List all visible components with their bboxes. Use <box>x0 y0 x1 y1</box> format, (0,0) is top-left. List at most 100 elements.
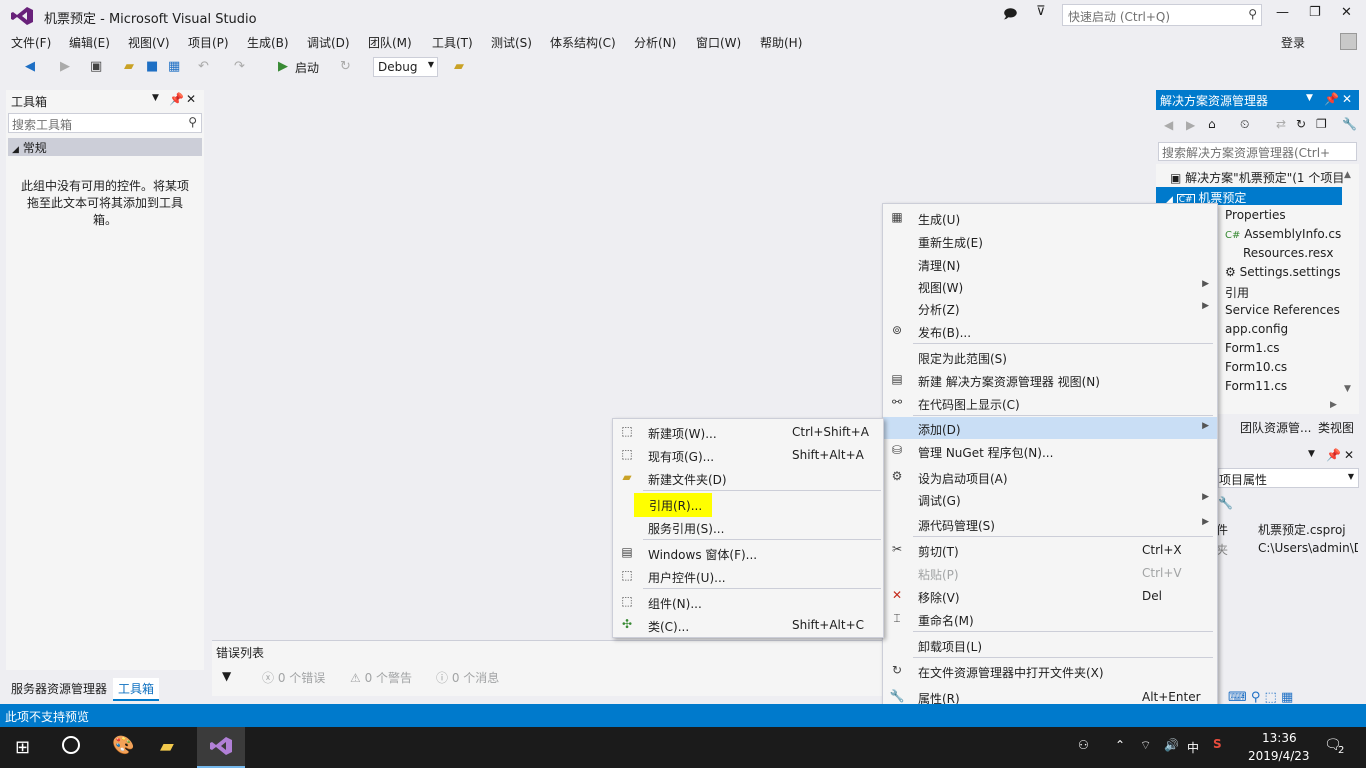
toolbox-search-input[interactable]: 搜索工具箱 ⚲ <box>8 113 202 133</box>
dropdown-icon[interactable]: ▼ <box>1308 449 1315 459</box>
properties-toolbar-icons[interactable]: ⌨ ⚲ ⬚ ▦ <box>1228 690 1293 705</box>
tree-item[interactable]: 引用 <box>1225 284 1249 301</box>
home-icon[interactable]: ⌂ <box>1208 117 1216 131</box>
properties-icon[interactable]: 🔧 <box>1342 117 1357 131</box>
dropdown-icon[interactable]: ▼ <box>1306 93 1313 103</box>
collapse-all-icon[interactable]: ❐ <box>1316 117 1327 131</box>
menu-item-publish[interactable]: ⊚ 发布(B)... <box>883 320 1217 342</box>
menu-item-analyze[interactable]: 分析(Z) ▶ <box>883 297 1217 319</box>
login-link[interactable]: 登录 <box>1281 34 1305 51</box>
menu-item-cut[interactable]: ✂ 剪切(T) Ctrl+X <box>883 539 1217 561</box>
tree-item[interactable]: C# AssemblyInfo.cs <box>1225 227 1341 241</box>
find-icon[interactable]: ▰ <box>454 59 464 74</box>
sogou-icon[interactable]: S <box>1213 737 1222 751</box>
menu-architecture[interactable]: 体系结构(C) <box>550 34 616 51</box>
solution-search-input[interactable]: 搜索解决方案资源管理器(Ctrl+ <box>1158 142 1357 161</box>
restore-button[interactable]: ❐ <box>1309 5 1321 20</box>
menu-file[interactable]: 文件(F) <box>11 34 51 51</box>
menu-tools[interactable]: 工具(T) <box>432 34 473 51</box>
start-button[interactable]: 启动 <box>295 59 319 76</box>
menu-item-rebuild[interactable]: 重新生成(E) <box>883 230 1217 252</box>
submenu-item-reference[interactable]: 引用(R)... <box>613 493 883 517</box>
new-project-icon[interactable]: ▣ <box>90 59 102 74</box>
paint-app-icon[interactable]: 🎨 <box>112 735 134 756</box>
configuration-select[interactable]: Debug ▼ <box>373 57 438 77</box>
submenu-item-new-folder[interactable]: ▰ 新建文件夹(D) <box>613 467 883 489</box>
refresh-icon[interactable]: ↻ <box>340 59 351 74</box>
open-file-icon[interactable]: ▰ <box>124 59 134 74</box>
submenu-item-new-item[interactable]: ⬚ 新建项(W)... Ctrl+Shift+A <box>613 421 883 443</box>
wrench-icon[interactable]: 🔧 <box>1218 496 1233 510</box>
menu-item-debug[interactable]: 调试(G) ▶ <box>883 488 1217 510</box>
menu-item-unload[interactable]: 卸载项目(L) <box>883 634 1217 656</box>
menu-view[interactable]: 视图(V) <box>128 34 170 51</box>
tree-item[interactable]: Form11.cs <box>1225 379 1287 393</box>
menu-team[interactable]: 团队(M) <box>368 34 412 51</box>
menu-item-add[interactable]: 添加(D) ▶ <box>883 417 1217 439</box>
avatar[interactable] <box>1340 33 1357 50</box>
toolbox-group-general[interactable]: ◢ 常规 <box>8 138 202 156</box>
messages-filter[interactable]: ⓘ 0 个消息 <box>436 669 499 686</box>
back-icon[interactable]: ◀ <box>25 59 35 74</box>
ime-indicator[interactable]: 中 <box>1187 739 1199 756</box>
menu-item-open-folder[interactable]: ↻ 在文件资源管理器中打开文件夹(X) <box>883 660 1217 682</box>
tree-item[interactable]: Form1.cs <box>1225 341 1280 355</box>
menu-item-build[interactable]: ▦ 生成(U) <box>883 207 1217 229</box>
menu-edit[interactable]: 编辑(E) <box>69 34 110 51</box>
warnings-filter[interactable]: ⚠ 0 个警告 <box>350 669 412 686</box>
refresh-icon[interactable]: ↻ <box>1296 117 1306 131</box>
tab-server-explorer[interactable]: 服务器资源管理器 <box>6 678 112 699</box>
menu-item-paste[interactable]: 粘贴(P) Ctrl+V <box>883 562 1217 584</box>
clock-date[interactable]: 2019/4/23 <box>1248 749 1310 763</box>
filter-icon[interactable]: ⊽ <box>1036 4 1046 19</box>
menu-window[interactable]: 窗口(W) <box>696 34 741 51</box>
tab-toolbox[interactable]: 工具箱 <box>113 678 160 701</box>
pin-icon[interactable]: 📌 <box>1326 448 1341 462</box>
windows-start-icon[interactable]: ⊞ <box>15 737 30 758</box>
menu-help[interactable]: 帮助(H) <box>760 34 802 51</box>
undo-icon[interactable]: ↶ <box>198 59 209 74</box>
sync-icon[interactable]: ⇄ <box>1276 117 1286 131</box>
scroll-up-icon[interactable]: ▲ <box>1344 170 1351 180</box>
pin-icon[interactable]: 📌 <box>1324 92 1339 106</box>
menu-item-rename[interactable]: ⌶ 重命名(M) <box>883 608 1217 630</box>
tree-solution[interactable]: ▣ 解决方案"机票预定"(1 个项目 <box>1170 169 1344 186</box>
tree-item[interactable]: Form10.cs <box>1225 360 1287 374</box>
volume-icon[interactable]: 🔊 <box>1164 738 1179 752</box>
properties-object-select[interactable]: 项目属性 ▼ <box>1218 468 1359 488</box>
search-icon[interactable] <box>62 736 80 754</box>
scroll-down-icon[interactable]: ▼ <box>1344 384 1351 394</box>
tree-item[interactable]: Resources.resx <box>1243 246 1334 260</box>
tree-item[interactable]: Service References <box>1225 303 1340 317</box>
clock-time[interactable]: 13:36 <box>1262 731 1297 745</box>
menu-item-code-map[interactable]: ⚯ 在代码图上显示(C) <box>883 392 1217 414</box>
close-icon[interactable]: ✕ <box>1342 92 1352 106</box>
submenu-item-windows-form[interactable]: ▤ Windows 窗体(F)... <box>613 542 883 564</box>
close-button[interactable]: ✕ <box>1341 5 1352 20</box>
menu-build[interactable]: 生成(B) <box>247 34 289 51</box>
errors-filter[interactable]: ⓧ 0 个错误 <box>262 669 325 686</box>
filter-icon[interactable]: ▼ <box>222 669 231 683</box>
visual-studio-taskbar-button[interactable] <box>197 727 245 768</box>
submenu-item-user-control[interactable]: ⬚ 用户控件(U)... <box>613 565 883 587</box>
submenu-item-existing-item[interactable]: ⬚ 现有项(G)... Shift+Alt+A <box>613 444 883 466</box>
save-icon[interactable]: ■ <box>146 59 158 74</box>
property-value[interactable]: C:\Users\admin\D <box>1258 541 1358 555</box>
chevron-up-icon[interactable]: ⌃ <box>1115 738 1125 752</box>
close-icon[interactable]: ✕ <box>186 92 196 106</box>
menu-analyze[interactable]: 分析(N) <box>634 34 676 51</box>
menu-test[interactable]: 测试(S) <box>491 34 532 51</box>
dropdown-icon[interactable]: ▼ <box>152 93 159 103</box>
save-all-icon[interactable]: ▦ <box>168 59 180 74</box>
scroll-right-icon[interactable]: ▶ <box>1330 400 1337 410</box>
file-explorer-icon[interactable]: ▰ <box>160 736 174 757</box>
tab-class-view[interactable]: 类视图 <box>1318 419 1354 436</box>
tree-item[interactable]: app.config <box>1225 322 1288 336</box>
menu-item-source-control[interactable]: 源代码管理(S) ▶ <box>883 513 1217 535</box>
menu-item-new-view[interactable]: ▤ 新建 解决方案资源管理器 视图(N) <box>883 369 1217 391</box>
tree-item[interactable]: ⚙ Settings.settings <box>1225 265 1340 279</box>
menu-item-set-startup[interactable]: ⚙ 设为启动项目(A) <box>883 466 1217 488</box>
menu-item-remove[interactable]: ✕ 移除(V) Del <box>883 585 1217 607</box>
history-icon[interactable]: ⏲ <box>1240 117 1249 132</box>
submenu-item-component[interactable]: ⬚ 组件(N)... <box>613 591 883 613</box>
